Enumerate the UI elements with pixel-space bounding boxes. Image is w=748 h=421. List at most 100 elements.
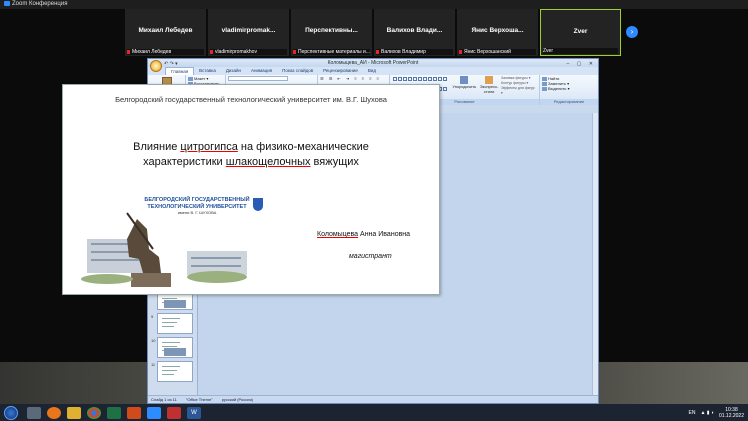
start-button-icon[interactable] [4,405,18,420]
participant-strip: Михаил Лебедев Михаил Лебедев vladimirpr… [125,9,621,58]
arrange-label: Упорядочить [452,84,477,89]
next-participants-button[interactable]: › [626,26,638,38]
tab-review[interactable]: Рецензирование [318,67,363,75]
title-part: Влияние [133,141,181,153]
participant-label: vladimirpromakhov [210,49,287,55]
participant-tile[interactable]: Янис Верхоша... Янис Верхошанский [457,9,538,56]
select-label: Выделить ▾ [548,86,570,91]
shape-effects-button[interactable]: Эффекты для фигур ▾ [501,86,537,96]
title-part: вяжущих [310,156,359,168]
tab-design[interactable]: Дизайн [221,67,246,75]
pdf-icon[interactable] [167,406,181,419]
university-emblem-icon [253,198,263,211]
quick-styles-label: Экспресс-стили [479,84,499,94]
windows-taskbar: W EN ▲ ▮ ◖ 10:38 01.12.2022 [0,404,748,421]
vertical-scrollbar[interactable] [592,113,598,395]
arrange-button[interactable]: Упорядочить [451,76,477,96]
word-icon[interactable]: W [187,406,201,419]
paragraph-buttons[interactable]: ☰ ☰ ⇤ ⇥ ≡ ≡ ≡ ≡ [318,75,389,82]
mic-muted-icon [293,49,296,54]
status-language[interactable]: русский (Россия) [222,397,253,402]
mic-muted-icon [376,49,379,54]
mic-muted-icon [210,49,213,54]
participant-label-text: vladimirpromakhov [215,49,257,55]
slide-thumbnail[interactable]: 10 [151,337,193,358]
title-underlined: шлакощелочных [225,156,311,168]
ribbon-tabs: Главная Вставка Дизайн Анимация Показ сл… [148,67,598,75]
tab-view[interactable]: Вид [363,67,381,75]
author-surname: Коломыцева [317,231,359,238]
participant-label-text: Янис Верхошанский [464,49,511,55]
logo-line: БЕЛГОРОДСКИЙ ГОСУДАРСТВЕННЫЙ [144,197,250,203]
slide-role: магистрант [349,253,392,260]
status-slide: Слайд 1 из 11 [151,397,177,402]
slide-author: Коломыцева Анна Ивановна [317,231,410,238]
font-name-input[interactable] [228,76,288,81]
participant-name: Перспективны... [305,27,358,34]
tab-insert[interactable]: Вставка [194,67,221,75]
slide-thumbnail[interactable]: 11 [151,361,193,382]
zoom-icon [4,0,10,6]
title-part: на физико-механические [237,141,369,153]
author-name: Анна Ивановна [358,231,411,238]
group-editing: Найти Заменить ▾ Выделить ▾ Редактирован… [540,75,598,105]
participant-name: Михаил Лебедев [138,27,193,34]
tray-icons[interactable]: ▲ ▮ ◖ [700,410,714,416]
status-theme: "Office Theme" [185,397,213,402]
mic-muted-icon [127,49,130,54]
zoom-app-icon[interactable] [147,406,161,419]
clock[interactable]: 10:38 01.12.2022 [719,407,744,419]
media-player-icon[interactable] [27,406,41,419]
screen: Zoom Конференция Михаил Лебедев Михаил Л… [0,0,748,421]
slide-thumbnail-number: 9 [151,314,154,319]
university-logo-text: БЕЛГОРОДСКИЙ ГОСУДАРСТВЕННЫЙ ТЕХНОЛОГИЧЕ… [135,197,259,217]
language-indicator[interactable]: EN [689,410,696,416]
participant-label: Янис Верхошанский [459,49,536,55]
current-slide[interactable]: Белгородский государственный технологиче… [62,84,440,295]
excel-icon[interactable] [107,406,121,419]
participant-name: Zver [573,28,588,35]
tab-slideshow[interactable]: Показ слайдов [277,67,318,75]
title-underlined: цитрогипса [180,141,238,153]
participant-tile[interactable]: Валихов Влади... Валихов Владимир [374,9,455,56]
group-label: Редактирование [540,99,598,105]
participant-label-text: Перспективные материалы и... [298,49,370,55]
logo-line: имени В. Г. ШУХОВА [177,210,217,215]
participant-tile[interactable]: vladimirpromak... vladimirpromakhov [208,9,289,56]
powerpoint-window-title: Коломыцева_АИ - Microsoft PowerPoint [327,60,419,66]
zoom-title-bar: Zoom Конференция [0,0,748,9]
slide-thumbnail-number: 10 [151,338,156,343]
slide-thumbnail[interactable]: 9 [151,313,193,334]
clock-date: 01.12.2022 [718,412,744,419]
tab-home[interactable]: Главная [165,67,195,75]
participant-tile-active[interactable]: Zver Zver [540,9,621,56]
powerpoint-title-bar: ↶ ↷ ▾ Коломыцева_АИ - Microsoft PowerPoi… [148,59,598,67]
system-tray: EN ▲ ▮ ◖ 10:38 01.12.2022 [689,404,744,421]
slide-title: Влияние цитрогипса на физико-механически… [83,140,419,170]
quick-access-toolbar[interactable]: ↶ ↷ ▾ [164,60,178,68]
participant-name: Янис Верхоша... [471,27,524,34]
folder-icon[interactable] [67,406,81,419]
participant-name: Валихов Влади... [386,27,443,34]
office-button-icon[interactable] [150,60,162,72]
participant-label-text: Zver [543,48,553,54]
participant-label: Zver [543,48,618,54]
participant-label: Перспективные материалы и... [293,49,370,55]
select-icon [542,86,547,91]
zoom-window-title: Zoom Конференция [12,1,68,7]
participant-tile[interactable]: Перспективны... Перспективные материалы … [291,9,372,56]
select-button[interactable]: Выделить ▾ [542,86,596,91]
quick-styles-button[interactable]: Экспресс-стили [477,76,501,96]
slide-university: Белгородский государственный технологиче… [115,95,387,104]
window-controls[interactable]: – ▢ ✕ [567,60,596,68]
status-bar: Слайд 1 из 11 "Office Theme" русский (Ро… [148,395,598,403]
firefox-icon[interactable] [47,406,61,419]
tab-animation[interactable]: Анимация [246,67,277,75]
chrome-icon[interactable] [87,406,101,419]
participant-label-text: Михаил Лебедев [132,49,172,55]
shared-screen-bg-right [600,58,748,404]
powerpoint-icon[interactable] [127,406,141,419]
title-part: характеристики [143,156,226,168]
participant-label-text: Валихов Владимир [381,49,426,55]
participant-tile[interactable]: Михаил Лебедев Михаил Лебедев [125,9,206,56]
